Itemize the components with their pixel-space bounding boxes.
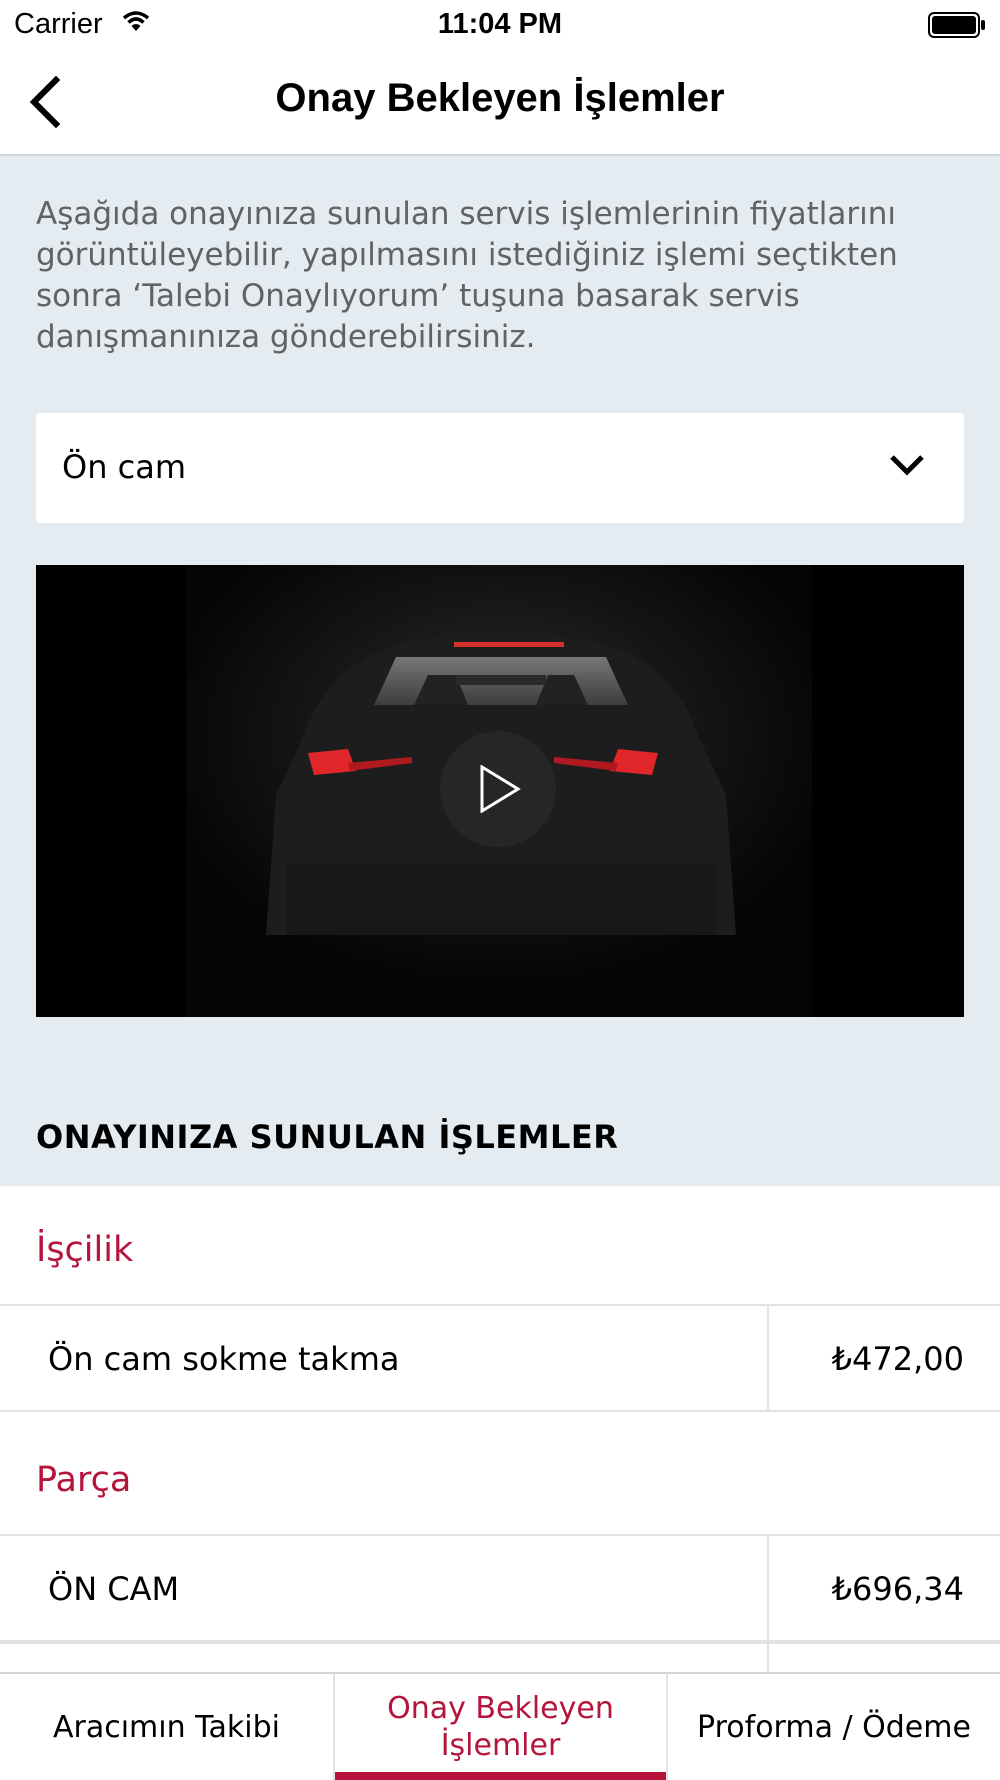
section-title: ONAYINIZA SUNULAN İŞLEMLER [36, 1118, 619, 1156]
page-title: Onay Bekleyen İşlemler [275, 76, 725, 120]
operations-list: İşçilik Ön cam sokme takma ₺472,00 Parça… [0, 1186, 1000, 1748]
column-divider [767, 1306, 769, 1410]
item-name: Ön cam sokme takma [48, 1340, 400, 1378]
intro-text: Aşağıda onayınıza sunulan servis işlemle… [36, 196, 898, 355]
list-item[interactable]: Ön cam sokme takma ₺472,00 [0, 1304, 1000, 1412]
column-divider [767, 1536, 769, 1640]
item-name: ÖN CAM [48, 1570, 180, 1608]
tab-label: Onay Bekleyen İşlemler [387, 1691, 614, 1763]
operation-select[interactable]: Ön cam [36, 413, 964, 523]
clock: 11:04 PM [437, 8, 563, 40]
video-player[interactable] [36, 565, 964, 1017]
tab-bar: Aracımın Takibi Onay Bekleyen İşlemler P… [0, 1672, 1000, 1780]
battery-icon [928, 12, 985, 38]
item-price: ₺696,34 [831, 1570, 964, 1608]
play-button[interactable] [440, 731, 556, 847]
tab-proforma-payment[interactable]: Proforma / Ödeme [668, 1674, 1000, 1780]
tab-vehicle-tracking[interactable]: Aracımın Takibi [0, 1674, 333, 1780]
group-header-parts: Parça [36, 1460, 132, 1500]
tab-pending-approvals[interactable]: Onay Bekleyen İşlemler [335, 1674, 666, 1780]
tab-label: Proforma / Ödeme [697, 1709, 971, 1745]
play-icon [480, 765, 521, 813]
group-header-labor: İşçilik [36, 1230, 134, 1270]
status-bar: Carrier 11:04 PM [0, 0, 1000, 50]
chevron-down-icon [890, 455, 924, 476]
selected-operation: Ön cam [62, 448, 187, 486]
item-price: ₺472,00 [831, 1340, 964, 1378]
tab-label: Aracımın Takibi [52, 1709, 280, 1745]
list-item[interactable]: ÖN CAM ₺696,34 [0, 1534, 1000, 1642]
active-tab-indicator [335, 1772, 666, 1780]
navigation-bar: Onay Bekleyen İşlemler [0, 50, 1000, 156]
